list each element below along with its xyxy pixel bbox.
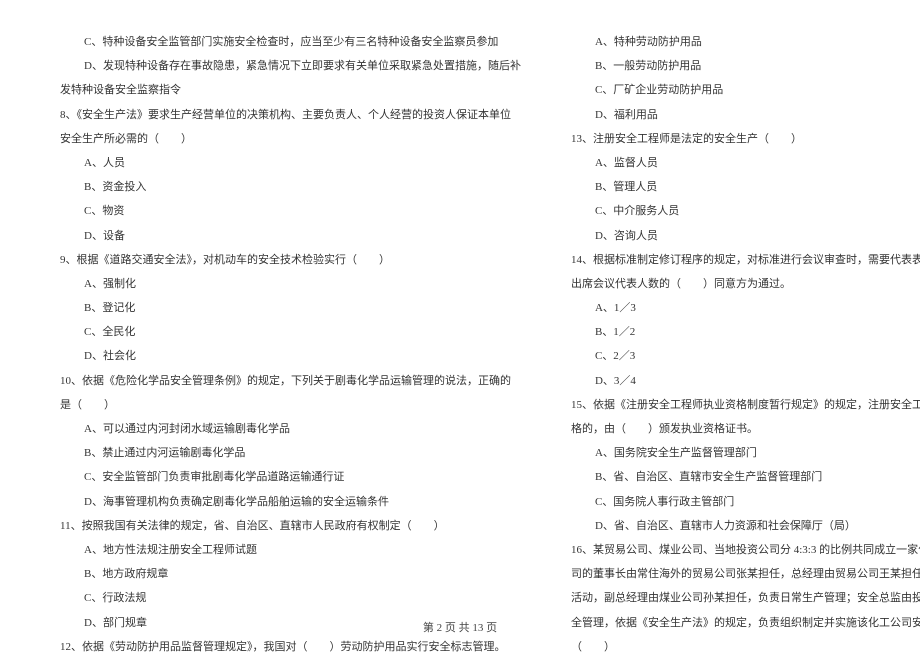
q10-stem-line1: 10、依据《危险化学品安全管理条例》的规定，下列关于剧毒化学品运输管理的说法，正…: [60, 369, 521, 393]
q16-stem-line5: （ ）: [571, 635, 920, 659]
q9-opt-a: A、强制化: [60, 272, 521, 296]
q11-stem: 11、按照我国有关法律的规定，省、自治区、直辖市人民政府有权制定（ ）: [60, 514, 521, 538]
q12-opt-a: A、特种劳动防护用品: [571, 30, 920, 54]
q14-opt-b: B、1／2: [571, 320, 920, 344]
q13-opt-a: A、监督人员: [571, 151, 920, 175]
q14-opt-d: D、3／4: [571, 369, 920, 393]
q7-opt-d-line1: D、发现特种设备存在事故隐患，紧急情况下立即要求有关单位采取紧急处置措施，随后补: [60, 54, 521, 78]
q7-opt-d-line2: 发特种设备安全监察指令: [60, 78, 521, 102]
left-column: C、特种设备安全监管部门实施安全检查时，应当至少有三名特种设备安全监察员参加 D…: [50, 30, 546, 650]
q12-opt-c: C、厂矿企业劳动防护用品: [571, 78, 920, 102]
q16-stem-line1: 16、某贸易公司、煤业公司、当地投资公司分 4:3:3 的比例共同成立一家化工公…: [571, 538, 920, 562]
exam-page: C、特种设备安全监管部门实施安全检查时，应当至少有三名特种设备安全监察员参加 D…: [0, 0, 920, 650]
q13-opt-c: C、中介服务人员: [571, 199, 920, 223]
q16-stem-line3: 活动，副总经理由煤业公司孙某担任，负责日常生产管理；安全总监由投资赵某担任，负责…: [571, 586, 920, 610]
q12-stem: 12、依据《劳动防护用品监督管理规定》，我国对（ ）劳动防护用品实行安全标志管理…: [60, 635, 521, 659]
q13-opt-d: D、咨询人员: [571, 224, 920, 248]
q13-opt-b: B、管理人员: [571, 175, 920, 199]
q10-opt-b: B、禁止通过内河运输剧毒化学品: [60, 441, 521, 465]
q10-opt-c: C、安全监管部门负责审批剧毒化学品道路运输通行证: [60, 465, 521, 489]
q13-stem: 13、注册安全工程师是法定的安全生产（ ）: [571, 127, 920, 151]
q14-opt-a: A、1／3: [571, 296, 920, 320]
q9-stem: 9、根据《道路交通安全法》，对机动车的安全技术检验实行（ ）: [60, 248, 521, 272]
q10-opt-a: A、可以通过内河封闭水域运输剧毒化学品: [60, 417, 521, 441]
q15-opt-d: D、省、自治区、直辖市人力资源和社会保障厅（局）: [571, 514, 920, 538]
q12-opt-b: B、一般劳动防护用品: [571, 54, 920, 78]
q15-stem-line1: 15、依据《注册安全工程师执业资格制度暂行规定》的规定，注册安全工程师执业资格考…: [571, 393, 920, 417]
q11-opt-b: B、地方政府规章: [60, 562, 521, 586]
q14-stem-line1: 14、根据标准制定修订程序的规定，对标准进行会议审查时，需要代表表决的，必须由不…: [571, 248, 920, 272]
q12-opt-d: D、福利用品: [571, 103, 920, 127]
q15-opt-b: B、省、自治区、直辖市安全生产监督管理部门: [571, 465, 920, 489]
q11-opt-a: A、地方性法规注册安全工程师试题: [60, 538, 521, 562]
right-column: A、特种劳动防护用品 B、一般劳动防护用品 C、厂矿企业劳动防护用品 D、福利用…: [546, 30, 920, 650]
q9-opt-c: C、全民化: [60, 320, 521, 344]
q8-opt-d: D、设备: [60, 224, 521, 248]
q8-opt-c: C、物资: [60, 199, 521, 223]
q7-opt-c: C、特种设备安全监管部门实施安全检查时，应当至少有三名特种设备安全监察员参加: [60, 30, 521, 54]
q8-opt-a: A、人员: [60, 151, 521, 175]
page-footer: 第 2 页 共 13 页: [0, 619, 920, 635]
q15-opt-c: C、国务院人事行政主管部门: [571, 490, 920, 514]
q14-stem-line2: 出席会议代表人数的（ ）同意方为通过。: [571, 272, 920, 296]
q9-opt-d: D、社会化: [60, 344, 521, 368]
q8-opt-b: B、资金投入: [60, 175, 521, 199]
q15-stem-line2: 格的，由（ ）颁发执业资格证书。: [571, 417, 920, 441]
q11-opt-c: C、行政法规: [60, 586, 521, 610]
q14-opt-c: C、2／3: [571, 344, 920, 368]
q10-stem-line2: 是（ ）: [60, 393, 521, 417]
q8-stem-line1: 8、《安全生产法》要求生产经营单位的决策机构、主要负责人、个人经营的投资人保证本…: [60, 103, 521, 127]
q10-opt-d: D、海事管理机构负责确定剧毒化学品船舶运输的安全运输条件: [60, 490, 521, 514]
q9-opt-b: B、登记化: [60, 296, 521, 320]
q16-stem-line2: 司的董事长由常住海外的贸易公司张某担任，总经理由贸易公司王某担任，全面负责生产经…: [571, 562, 920, 586]
q15-opt-a: A、国务院安全生产监督管理部门: [571, 441, 920, 465]
q8-stem-line2: 安全生产所必需的（ ）: [60, 127, 521, 151]
